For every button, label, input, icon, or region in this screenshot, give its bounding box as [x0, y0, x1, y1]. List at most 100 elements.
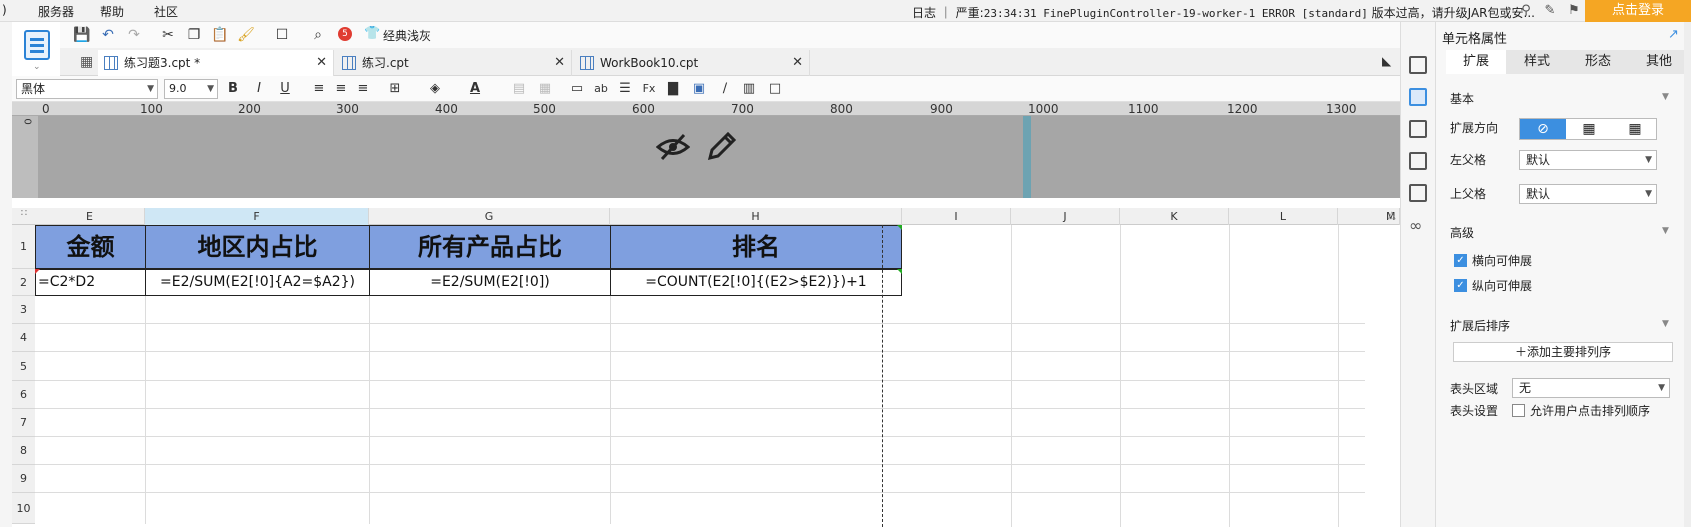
row-header-2[interactable]: 2: [12, 269, 35, 296]
layout-icon[interactable]: [1409, 56, 1427, 74]
left-parent-select[interactable]: 默认 ▼: [1519, 150, 1657, 170]
pin-icon[interactable]: ↗: [1668, 27, 1679, 42]
log-label[interactable]: 日志: [912, 6, 936, 20]
tab-style[interactable]: 样式: [1507, 50, 1567, 74]
scroll-up-icon[interactable]: △: [1388, 210, 1396, 221]
hyperlink-icon[interactable]: ∞: [1409, 216, 1422, 235]
panel-scrollbar[interactable]: [1684, 22, 1691, 527]
formula-icon[interactable]: Fx: [640, 80, 658, 98]
edit-pen-icon[interactable]: [706, 130, 738, 162]
close-icon[interactable]: ✕: [554, 50, 565, 76]
tab-form[interactable]: 形态: [1568, 50, 1628, 74]
cell-h1[interactable]: 排名: [610, 225, 902, 269]
widget-settings-icon[interactable]: [1409, 152, 1427, 170]
fill-color-icon[interactable]: ◈: [426, 80, 444, 98]
allow-sort-checkbox[interactable]: [1512, 404, 1525, 417]
conditional-attr-icon[interactable]: [1409, 184, 1427, 202]
italic-button[interactable]: I: [250, 80, 268, 98]
format-painter-icon[interactable]: 🖌: [236, 25, 256, 45]
collapse-icon[interactable]: ▼: [1662, 226, 1669, 236]
font-color-icon[interactable]: A: [466, 80, 484, 98]
hidden-eye-icon[interactable]: [656, 132, 690, 162]
align-left-icon[interactable]: ≡: [310, 80, 328, 98]
menu-item-community[interactable]: 社区: [154, 3, 178, 20]
border-icon[interactable]: ⊞: [386, 80, 404, 98]
close-icon[interactable]: ✕: [792, 50, 803, 76]
text-abc-icon[interactable]: ab: [592, 80, 610, 98]
image-icon[interactable]: ▣: [690, 80, 708, 98]
theme-button[interactable]: 经典浅灰: [383, 27, 431, 44]
notification-badge[interactable]: 5: [338, 27, 352, 41]
section-advanced-title[interactable]: 高级: [1450, 224, 1474, 241]
header-area-select[interactable]: 无 ▼: [1512, 378, 1670, 398]
template-home-icon[interactable]: [24, 30, 50, 60]
undo-icon[interactable]: ↶: [98, 25, 118, 45]
row-header-5[interactable]: 5: [12, 352, 35, 381]
underline-button[interactable]: U: [276, 80, 294, 98]
select-all-icon[interactable]: ∷: [14, 208, 34, 225]
horizontal-expand-checkbox[interactable]: ✓: [1454, 254, 1467, 267]
column-header-j[interactable]: J: [1011, 208, 1120, 225]
row-header-9[interactable]: 9: [12, 465, 35, 493]
merge-cells-icon[interactable]: ▤: [510, 80, 528, 98]
tab-list-icon[interactable]: ◣: [1382, 54, 1391, 68]
column-header-e[interactable]: E: [35, 208, 145, 225]
widget-icon[interactable]: □: [766, 80, 784, 98]
horizontal-expand-icon[interactable]: ▦: [1612, 119, 1658, 139]
column-header-g[interactable]: G: [369, 208, 610, 225]
no-expand-icon[interactable]: ⊘: [1520, 119, 1566, 139]
align-center-icon[interactable]: ≡: [332, 80, 350, 98]
rich-text-icon[interactable]: ☰: [616, 80, 634, 98]
add-sort-button[interactable]: ＋添加主要排列序: [1453, 342, 1673, 362]
slash-icon[interactable]: ∕: [716, 80, 734, 98]
vertical-expand-icon[interactable]: ▦: [1566, 119, 1612, 139]
cell-properties-icon[interactable]: [1409, 88, 1427, 106]
cell-g2[interactable]: =E2/SUM(E2[!0]): [369, 269, 611, 296]
section-basic-title[interactable]: 基本: [1450, 90, 1474, 107]
column-header-l[interactable]: L: [1229, 208, 1338, 225]
preview-icon[interactable]: ☐: [272, 25, 292, 45]
tab-workbook10[interactable]: WorkBook10.cpt ✕: [574, 50, 810, 76]
paste-icon[interactable]: 📋: [210, 25, 230, 45]
redo-icon[interactable]: ↷: [124, 25, 144, 45]
vertical-expand-checkbox[interactable]: ✓: [1454, 279, 1467, 292]
cell-f2[interactable]: =E2/SUM(E2[!0]{A2=$A2}): [145, 269, 370, 296]
cell-e2[interactable]: =C2*D2: [35, 269, 146, 296]
chevron-down-icon[interactable]: ⌄: [33, 62, 41, 72]
band-width-marker[interactable]: [1023, 116, 1031, 198]
collapse-icon[interactable]: ▼: [1662, 92, 1669, 102]
row-header-7[interactable]: 7: [12, 409, 35, 437]
grid-menu-icon[interactable]: ▦: [80, 54, 93, 70]
column-header-f[interactable]: F: [145, 208, 369, 225]
column-header-k[interactable]: K: [1120, 208, 1229, 225]
row-header-3[interactable]: 3: [12, 296, 35, 324]
shirt-icon[interactable]: 👕: [364, 26, 380, 41]
tab-practice[interactable]: 练习.cpt ✕: [336, 50, 572, 76]
font-family-select[interactable]: 黑体 ▼: [16, 79, 158, 99]
text-field-icon[interactable]: ▭: [568, 80, 586, 98]
subreport-icon[interactable]: ▥: [740, 80, 758, 98]
copy-icon[interactable]: ❐: [184, 25, 204, 45]
tab-expand[interactable]: 扩展: [1446, 50, 1506, 74]
row-header-1[interactable]: 1: [12, 225, 35, 269]
cell-element-icon[interactable]: [1409, 120, 1427, 138]
cell-g1[interactable]: 所有产品占比: [369, 225, 611, 269]
bell-icon[interactable]: ⚑: [1566, 3, 1582, 19]
section-sort-title[interactable]: 扩展后排序: [1450, 317, 1510, 334]
chart-icon[interactable]: ▇: [664, 80, 682, 98]
save-icon[interactable]: 💾: [72, 25, 92, 45]
row-header-8[interactable]: 8: [12, 437, 35, 465]
tab-other[interactable]: 其他: [1629, 50, 1689, 74]
search-icon[interactable]: ⚲: [1518, 3, 1534, 19]
cell-f1[interactable]: 地区内占比: [145, 225, 370, 269]
log-status[interactable]: 日志 ｜ 严重:23:34:31 FinePluginController-19…: [912, 4, 1552, 21]
search-template-icon[interactable]: ⌕: [308, 25, 328, 45]
top-parent-select[interactable]: 默认 ▼: [1519, 184, 1657, 204]
cell-e1[interactable]: 金额: [35, 225, 146, 269]
unmerge-cells-icon[interactable]: ▦: [536, 80, 554, 98]
close-icon[interactable]: ✕: [316, 50, 327, 76]
cut-icon[interactable]: ✂: [158, 25, 178, 45]
edit-note-icon[interactable]: ✎: [1542, 3, 1558, 19]
menu-item-help[interactable]: 帮助: [100, 3, 124, 20]
tab-practice3[interactable]: 练习题3.cpt * ✕: [98, 50, 334, 76]
